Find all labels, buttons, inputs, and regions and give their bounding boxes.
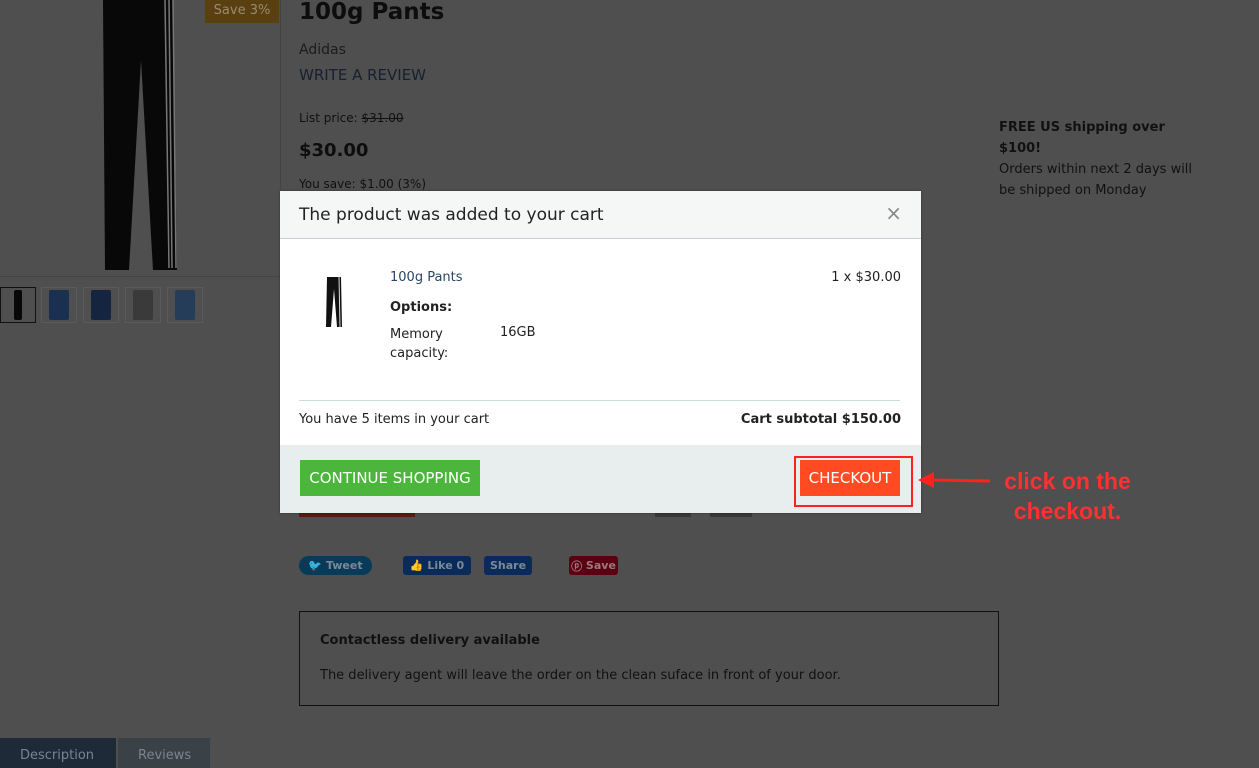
share-button[interactable]: Share	[484, 556, 532, 575]
write-review-link[interactable]: WRITE A REVIEW	[299, 66, 426, 84]
close-icon[interactable]: ×	[885, 201, 902, 225]
option-value: 16GB	[500, 325, 536, 340]
save-badge: Save 3%	[205, 0, 279, 23]
thumbnail[interactable]	[83, 287, 119, 323]
shipping-text: Orders within next 2 days will be shippe…	[999, 162, 1193, 198]
annotation-highlight-box	[794, 456, 913, 507]
list-price-label: List price:	[299, 111, 358, 125]
thumbnail[interactable]	[41, 287, 77, 323]
shipping-title: FREE US shipping over $100!	[999, 120, 1165, 156]
you-save: You save: $1.00 (3%)	[299, 177, 427, 191]
thumbnail[interactable]	[167, 287, 203, 323]
brand-link[interactable]: Adidas	[299, 42, 346, 58]
product-image	[103, 0, 177, 270]
option-name: Memory capacity:	[390, 327, 449, 361]
modal-title: The product was added to your cart	[299, 205, 604, 225]
delivery-info-box: Contactless delivery available The deliv…	[299, 611, 999, 706]
pinterest-save-button[interactable]: ⓟ Save	[569, 556, 618, 575]
continue-shopping-button[interactable]: CONTINUE SHOPPING	[300, 460, 480, 496]
cart-subtotal: Cart subtotal $150.00	[740, 412, 901, 427]
cart-item-image	[326, 277, 342, 328]
pin-label: Save	[585, 559, 616, 572]
like-label: Like 0	[427, 559, 465, 572]
list-price: List price: $31.00	[299, 111, 404, 125]
tweet-button[interactable]: 🐦 Tweet	[299, 556, 372, 575]
divider	[299, 400, 900, 401]
thumbs-up-icon: 👍	[409, 559, 428, 572]
price: $30.00	[299, 140, 369, 161]
tab-description[interactable]: Description	[0, 738, 116, 768]
tab-reviews[interactable]: Reviews	[118, 738, 210, 768]
like-button[interactable]: 👍 Like 0	[403, 556, 471, 575]
cart-item-qty: 1 x $30.00	[831, 270, 901, 285]
cart-count: You have 5 items in your cart	[299, 412, 490, 427]
delivery-text: The delivery agent will leave the order …	[320, 668, 841, 683]
tweet-label: Tweet	[325, 559, 363, 572]
thumbnail[interactable]	[0, 287, 36, 323]
options-label: Options:	[390, 300, 453, 315]
delivery-title: Contactless delivery available	[320, 633, 540, 648]
cart-item-name[interactable]: 100g Pants	[390, 270, 463, 285]
shipping-info: FREE US shipping over $100! Orders within…	[999, 117, 1209, 201]
pinterest-icon: ⓟ	[571, 559, 586, 573]
divider	[0, 276, 280, 277]
twitter-icon: 🐦	[308, 559, 326, 572]
modal-header: The product was added to your cart ×	[280, 191, 921, 239]
annotation-text: click on the checkout.	[1004, 468, 1131, 524]
list-price-value: $31.00	[361, 111, 404, 125]
product-title: 100g Pants	[299, 0, 445, 25]
thumbnail[interactable]	[125, 287, 161, 323]
